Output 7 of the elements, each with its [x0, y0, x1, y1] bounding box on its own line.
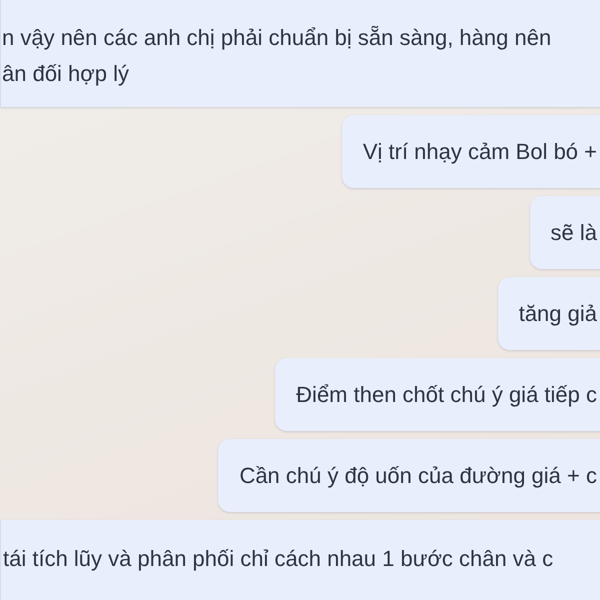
message-text: tái tích lũy và phân phối chỉ cách nhau 1 bước chân và c: [3, 546, 554, 571]
message-text: Cần chú ý độ uốn của đường giá + c: [239, 463, 597, 488]
message-text: sẽ là: [550, 220, 597, 245]
message-text: n vậy nên các anh chị phải chuẩn bị sẵn sàng, hàng nên ân đối hợp lý: [2, 25, 552, 86]
message-text: Vị trí nhạy cảm Bol bó +: [362, 139, 597, 164]
message-text: Điểm then chốt chú ý giá tiếp c: [296, 382, 597, 407]
message-text: tăng giả: [518, 301, 597, 326]
